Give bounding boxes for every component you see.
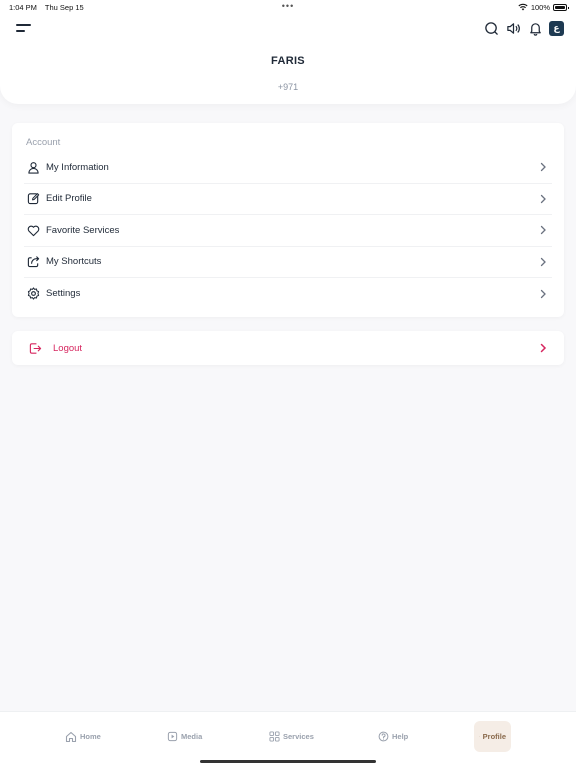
- account-section: Account My Information Edit Profile Favo…: [12, 123, 564, 317]
- status-bar: 1:04 PM Thu Sep 15 ••• 100%: [0, 0, 576, 14]
- user-phone: +971: [277, 82, 299, 92]
- bell-icon[interactable]: [527, 20, 543, 36]
- tab-home[interactable]: Home: [60, 721, 106, 752]
- tab-label: Services: [283, 732, 314, 741]
- tab-profile[interactable]: Profile: [474, 721, 511, 752]
- menu-item-label: Favorite Services: [46, 224, 120, 236]
- chevron-right-icon: [540, 257, 546, 266]
- status-left: 1:04 PM Thu Sep 15: [9, 3, 90, 12]
- help-icon: [378, 731, 389, 742]
- edit-icon: [26, 192, 40, 206]
- menu-item-my-shortcuts[interactable]: My Shortcuts: [24, 247, 552, 278]
- battery-fill: [555, 5, 565, 9]
- user-icon: [479, 736, 480, 737]
- user-icon: [26, 160, 40, 174]
- wifi-icon: [518, 3, 528, 11]
- speaker-icon[interactable]: [505, 20, 521, 36]
- section-title: Account: [26, 137, 61, 148]
- menu-button[interactable]: [16, 22, 32, 34]
- heart-icon: [26, 223, 40, 237]
- menu-item-label: My Information: [46, 161, 109, 173]
- status-right: 100%: [518, 2, 569, 12]
- tab-services[interactable]: Services: [264, 721, 319, 752]
- menu-line-top: [16, 24, 31, 26]
- tab-help[interactable]: Help: [373, 721, 413, 752]
- tab-label: Media: [181, 732, 203, 741]
- menu-line-bottom: [16, 30, 25, 32]
- language-toggle-button[interactable]: ع: [549, 20, 564, 36]
- chevron-right-icon: [540, 343, 547, 353]
- logout-button[interactable]: Logout: [12, 331, 564, 365]
- menu-item-settings[interactable]: Settings: [24, 278, 552, 310]
- tab-label: Profile: [482, 732, 506, 741]
- multitask-dots[interactable]: •••: [282, 1, 294, 11]
- menu-item-edit-profile[interactable]: Edit Profile: [24, 184, 552, 215]
- menu-item-label: Settings: [46, 288, 81, 300]
- tab-label: Home: [80, 732, 101, 741]
- share-icon: [26, 255, 40, 269]
- status-date: Thu Sep 15: [44, 2, 84, 12]
- media-icon: [167, 731, 178, 742]
- chevron-right-icon: [540, 163, 546, 172]
- grid-icon: [269, 731, 280, 742]
- battery-percent: 100%: [530, 2, 550, 12]
- gear-icon: [26, 287, 40, 301]
- logout-label: Logout: [53, 342, 83, 354]
- account-menu-list: My Information Edit Profile Favorite Ser…: [24, 152, 552, 310]
- tab-media[interactable]: Media: [162, 721, 207, 752]
- battery-icon: [553, 3, 569, 11]
- menu-item-label: My Shortcuts: [46, 256, 102, 268]
- menu-item-label: Edit Profile: [46, 193, 92, 205]
- menu-item-favorite-services[interactable]: Favorite Services: [24, 215, 552, 247]
- search-icon[interactable]: [483, 20, 499, 36]
- profile-header: ع FARIS +971: [0, 0, 576, 104]
- home-icon: [65, 731, 77, 742]
- menu-item-my-information[interactable]: My Information: [24, 152, 552, 184]
- tab-label: Help: [392, 732, 409, 741]
- header-actions: ع: [483, 20, 564, 36]
- home-indicator[interactable]: [200, 760, 376, 763]
- status-time: 1:04 PM: [9, 2, 37, 12]
- chevron-right-icon: [540, 194, 546, 203]
- user-name: FARIS: [271, 55, 305, 67]
- chevron-right-icon: [540, 226, 546, 235]
- logout-icon: [28, 341, 42, 355]
- chevron-right-icon: [540, 289, 546, 298]
